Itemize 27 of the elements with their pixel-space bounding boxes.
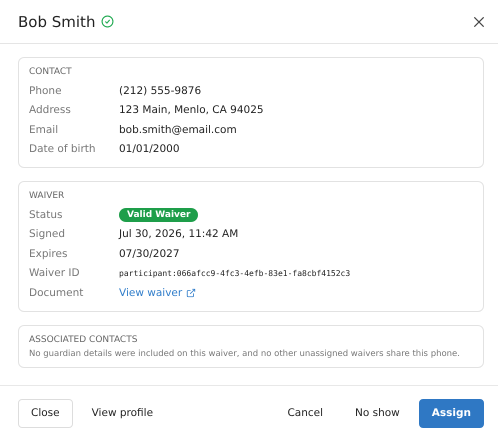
field-label: Expires (29, 248, 68, 260)
section-title: WAIVER (29, 191, 66, 201)
footer-button[interactable]: Assign (418, 398, 484, 428)
status-badge: Valid Waiver (119, 208, 198, 222)
field-value: bob.smith@email.com (119, 124, 237, 136)
close-icon[interactable] (472, 14, 486, 28)
section-title: ASSOCIATED CONTACTS (29, 334, 138, 344)
external-link-icon (186, 288, 196, 298)
field-label: Phone (29, 84, 63, 97)
field-value: 07/30/2027 (119, 248, 180, 260)
field-value: participant:066afcc9-4fc3-4efb-83e1-fa8cbf4152c3 (119, 268, 350, 278)
section-title: CONTACT (29, 67, 73, 77)
field-label: Status (29, 208, 64, 221)
field-label: Email (29, 124, 60, 136)
field-value: Jul 30, 2026, 11:42 AM (119, 228, 238, 240)
view-waiver-link[interactable]: View waiver (119, 286, 196, 299)
field-label: Address (29, 104, 72, 116)
field-label: Signed (29, 228, 66, 240)
field-value: 123 Main, Menlo, CA 94025 (119, 104, 264, 116)
section-note: No guardian details were included on this waiver, and no other unassigned waivers share this phone. (29, 348, 461, 358)
dialog-title: Bob Smith (18, 12, 96, 30)
field-label: Waiver ID (29, 267, 81, 280)
field-label: Document (29, 286, 84, 299)
field-value: (212) 555-9876 (119, 84, 202, 97)
field-label: Date of birth (29, 143, 97, 156)
footer-button[interactable]: Close (18, 398, 73, 428)
field-value: 01/01/2000 (119, 143, 180, 156)
